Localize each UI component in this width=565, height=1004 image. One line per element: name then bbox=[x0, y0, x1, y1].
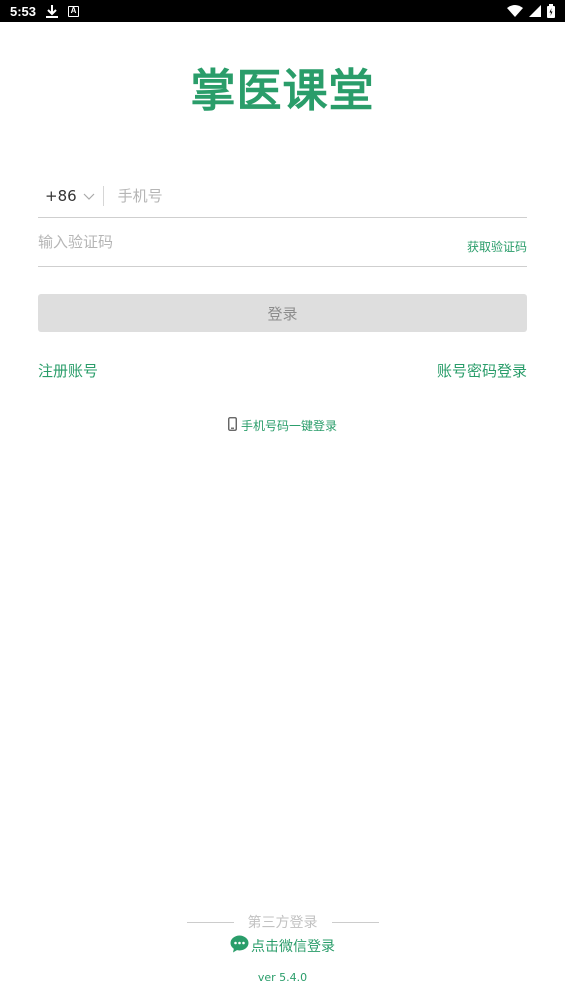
phone-input[interactable] bbox=[117, 180, 498, 211]
one-key-login-label: 手机号码一键登录 bbox=[240, 419, 337, 433]
wechat-icon bbox=[230, 935, 249, 957]
wifi-icon bbox=[507, 5, 523, 17]
divider-left bbox=[186, 921, 234, 923]
third-party-label: 第三方登录 bbox=[247, 915, 318, 931]
country-divider bbox=[102, 185, 104, 206]
app-title: 掌医课堂 bbox=[190, 64, 375, 117]
a-icon: A bbox=[68, 5, 80, 17]
country-code-label: +86 bbox=[45, 186, 77, 205]
phone-icon bbox=[228, 417, 237, 434]
status-time: 5:53 bbox=[10, 3, 37, 19]
third-party-login-heading: 第三方登录 bbox=[0, 912, 565, 932]
phone-field-row: +86 bbox=[38, 174, 527, 218]
status-bar: 5:53 A bbox=[0, 0, 565, 22]
code-field-row: 获取验证码 bbox=[38, 222, 527, 267]
wechat-login-label: 点击微信登录 bbox=[251, 939, 335, 955]
signal-icon bbox=[529, 5, 541, 17]
download-icon bbox=[46, 4, 59, 18]
wechat-login-button[interactable]: 点击微信登录 bbox=[0, 935, 565, 957]
battery-icon bbox=[547, 4, 555, 18]
divider-right bbox=[331, 921, 379, 923]
chevron-down-icon bbox=[83, 187, 95, 205]
version-label: ver 5.4.0 bbox=[257, 971, 308, 984]
login-button[interactable]: 登录 bbox=[38, 294, 527, 332]
password-login-link[interactable]: 账号密码登录 bbox=[437, 360, 527, 381]
get-code-button[interactable]: 获取验证码 bbox=[467, 238, 527, 255]
register-link[interactable]: 注册账号 bbox=[38, 360, 98, 381]
country-code-selector[interactable]: +86 bbox=[38, 185, 103, 207]
verification-code-input[interactable] bbox=[38, 230, 368, 254]
one-key-login-link[interactable]: 手机号码一键登录 bbox=[0, 417, 565, 434]
